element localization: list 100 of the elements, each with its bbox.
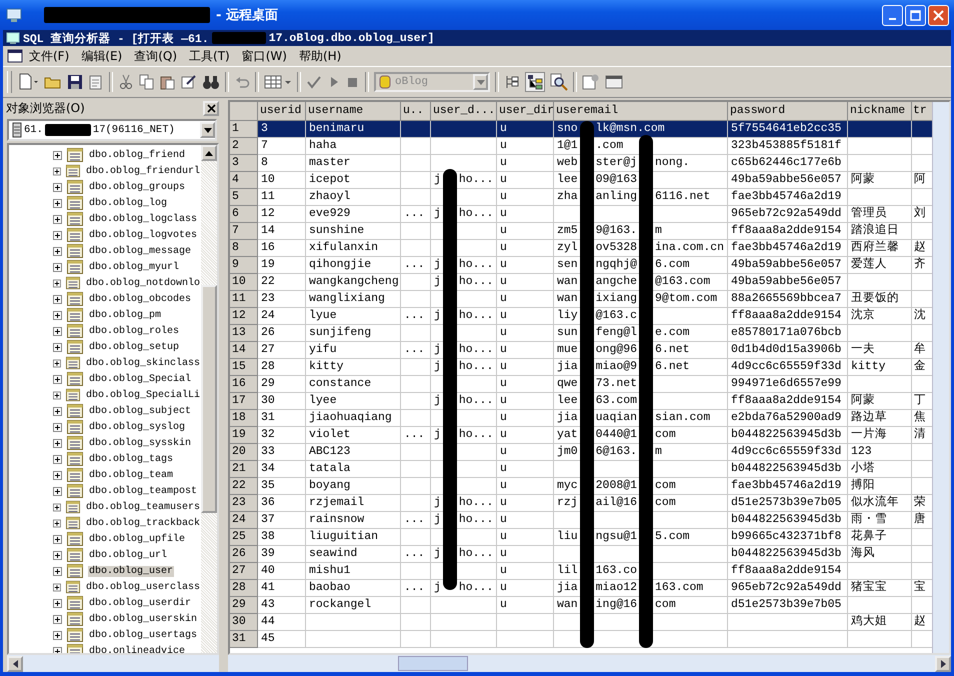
paste-icon[interactable] xyxy=(160,74,176,90)
expand-icon[interactable] xyxy=(53,406,62,416)
menu-item[interactable]: 编辑(E) xyxy=(75,48,128,64)
tree-item[interactable]: dbo.oblog_usertags xyxy=(88,630,198,640)
row-number[interactable]: 22 xyxy=(230,478,258,495)
tree-item[interactable]: dbo.oblog_trackback xyxy=(84,518,201,528)
tree-item[interactable]: dbo.oblog_logclass xyxy=(88,214,198,224)
properties-icon[interactable] xyxy=(582,73,600,91)
expand-icon[interactable] xyxy=(53,198,62,208)
tree-icon[interactable] xyxy=(525,72,545,92)
scrollbar[interactable] xyxy=(201,145,217,653)
row-number[interactable]: 30 xyxy=(230,614,258,631)
tree-item[interactable]: dbo.onlineadvice xyxy=(88,646,186,653)
tree-item[interactable]: dbo.oblog_friend xyxy=(88,150,186,160)
row-number[interactable]: 21 xyxy=(230,461,258,478)
tree-item[interactable]: dbo.oblog_userclass xyxy=(84,582,201,592)
tree-item[interactable]: dbo.oblog_log xyxy=(88,198,168,208)
expand-icon[interactable] xyxy=(53,582,61,592)
menu-item[interactable]: 窗口(W) xyxy=(236,48,293,64)
grid-icon[interactable] xyxy=(264,74,292,90)
expand-icon[interactable] xyxy=(53,598,62,608)
expand-icon[interactable] xyxy=(53,422,62,432)
tree-item[interactable]: dbo.oblog_skinclass xyxy=(84,358,201,368)
right-arrow-icon[interactable] xyxy=(940,660,946,668)
tree-item[interactable]: dbo.oblog_upfile xyxy=(88,534,186,544)
tree-item[interactable]: dbo.oblog_userskin xyxy=(88,614,198,624)
expand-icon[interactable] xyxy=(53,342,62,352)
expand-icon[interactable] xyxy=(53,550,62,560)
tree-item[interactable]: dbo.oblog_teamusers xyxy=(84,502,201,512)
expand-icon[interactable] xyxy=(53,262,62,272)
expand-icon[interactable] xyxy=(53,326,62,336)
expand-icon[interactable] xyxy=(53,646,62,653)
row-number[interactable]: 15 xyxy=(230,359,258,376)
expand-icon[interactable] xyxy=(53,614,62,624)
magnifier-icon[interactable] xyxy=(550,73,568,91)
expand-icon[interactable] xyxy=(53,182,62,192)
expand-icon[interactable] xyxy=(53,294,62,304)
row-number[interactable]: 12 xyxy=(230,308,258,325)
tree-item[interactable]: dbo.oblog_Special xyxy=(88,374,192,384)
row-number[interactable]: 1 xyxy=(230,121,258,138)
tree-item[interactable]: dbo.oblog_roles xyxy=(88,326,180,336)
tree-item[interactable]: dbo.oblog_sysskin xyxy=(88,438,192,448)
menu-item[interactable]: 帮助(H) xyxy=(292,48,348,64)
column-header[interactable]: userid xyxy=(258,102,306,121)
expand-icon[interactable] xyxy=(53,470,62,480)
expand-icon[interactable] xyxy=(53,486,62,496)
scrollbar[interactable] xyxy=(228,655,951,672)
left-arrow-icon[interactable] xyxy=(12,660,18,668)
expand-icon[interactable] xyxy=(53,630,62,640)
tree-item[interactable]: dbo.oblog_team xyxy=(88,470,174,480)
row-number[interactable]: 23 xyxy=(230,495,258,512)
scrollbar[interactable] xyxy=(932,102,949,653)
tree-item[interactable]: dbo.oblog_message xyxy=(88,246,192,256)
binoculars-icon[interactable] xyxy=(202,74,220,90)
column-header[interactable]: u.. xyxy=(401,102,431,121)
row-number[interactable]: 31 xyxy=(230,631,258,648)
close-button[interactable] xyxy=(203,101,219,116)
copy-icon[interactable] xyxy=(139,74,155,90)
expand-icon[interactable] xyxy=(53,230,62,240)
tree-item[interactable]: dbo.oblog_userdir xyxy=(88,598,192,608)
save-icon[interactable] xyxy=(67,74,83,90)
expand-icon[interactable] xyxy=(53,166,61,176)
row-number[interactable]: 4 xyxy=(230,172,258,189)
server-select[interactable]: 61. 17(96116_NET) xyxy=(7,119,217,141)
check-icon[interactable] xyxy=(306,74,322,90)
tree-item[interactable]: dbo.oblog_friendurl xyxy=(84,166,201,176)
column-header[interactable]: password xyxy=(728,102,848,121)
window-icon[interactable] xyxy=(605,73,623,91)
row-number[interactable]: 18 xyxy=(230,410,258,427)
tree-item[interactable]: dbo.oblog_url xyxy=(88,550,168,560)
row-number[interactable]: 17 xyxy=(230,393,258,410)
row-number[interactable]: 10 xyxy=(230,274,258,291)
expand-icon[interactable] xyxy=(53,310,62,320)
row-number[interactable]: 11 xyxy=(230,291,258,308)
table-row[interactable]: 1 3 benimaru u sno lk@msn.com 5f7554641eb2cc35 xyxy=(230,121,932,138)
expand-icon[interactable] xyxy=(53,502,61,512)
row-number[interactable]: 2 xyxy=(230,138,258,155)
expand-icon[interactable] xyxy=(53,534,62,544)
expand-icon[interactable] xyxy=(53,566,62,576)
tree-item[interactable]: dbo.oblog_teampost xyxy=(88,486,198,496)
row-number[interactable]: 26 xyxy=(230,546,258,563)
tree-item[interactable]: dbo.oblog_groups xyxy=(88,182,186,192)
document-icon[interactable] xyxy=(88,74,104,90)
cut-icon[interactable] xyxy=(118,74,134,90)
up-arrow-icon[interactable] xyxy=(205,150,213,156)
expand-icon[interactable] xyxy=(53,278,61,288)
tree-item[interactable]: dbo.oblog_SpecialLi xyxy=(84,390,201,400)
tree-item[interactable]: dbo.oblog_user xyxy=(88,566,174,576)
expand-icon[interactable] xyxy=(53,246,62,256)
maximize-button[interactable] xyxy=(905,4,926,26)
menu-item[interactable]: 查询(Q) xyxy=(128,48,184,64)
expand-icon[interactable] xyxy=(53,390,61,400)
row-number[interactable]: 16 xyxy=(230,376,258,393)
menu-item[interactable]: 工具(T) xyxy=(183,48,236,64)
tree-item[interactable]: dbo.oblog_myurl xyxy=(88,262,180,272)
column-header[interactable]: tr xyxy=(912,102,932,121)
tree-item[interactable]: dbo.oblog_syslog xyxy=(88,422,186,432)
row-number[interactable]: 9 xyxy=(230,257,258,274)
expand-icon[interactable] xyxy=(53,374,62,384)
expand-icon[interactable] xyxy=(53,150,62,160)
